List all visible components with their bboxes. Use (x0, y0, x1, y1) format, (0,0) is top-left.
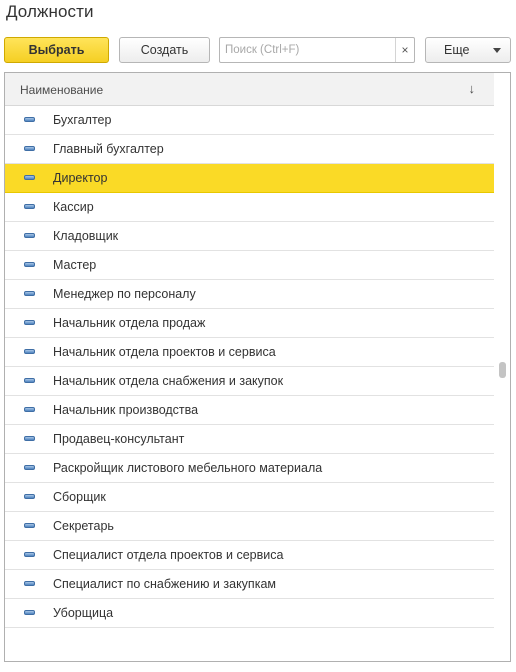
table-row[interactable]: Секретарь (5, 512, 494, 541)
position-item-icon (24, 291, 35, 296)
table-row[interactable]: Сборщик (5, 483, 494, 512)
more-button-label: Еще (444, 43, 470, 57)
position-item-icon (24, 117, 35, 122)
position-item-icon (24, 146, 35, 151)
row-label: Бухгалтер (53, 113, 112, 127)
position-item-icon (24, 320, 35, 325)
row-label: Кладовщик (53, 229, 119, 243)
table-row[interactable]: Главный бухгалтер (5, 135, 494, 164)
table-body: Бухгалтер Главный бухгалтер Директор Кассир… (5, 106, 494, 628)
position-item-icon (24, 204, 35, 209)
row-label: Специалист отдела проектов и сервиса (53, 548, 284, 562)
table-row[interactable]: Раскройщик листового мебельного материал… (5, 454, 494, 483)
position-item-icon (24, 407, 35, 412)
position-item-icon (24, 436, 35, 441)
position-item-icon (24, 378, 35, 383)
more-button[interactable]: Еще (425, 37, 511, 63)
vertical-scrollbar[interactable] (495, 73, 510, 661)
table-row[interactable]: Бухгалтер (5, 106, 494, 135)
table-row[interactable]: Мастер (5, 251, 494, 280)
chevron-down-icon (493, 48, 501, 53)
table-row[interactable]: Менеджер по персоналу (5, 280, 494, 309)
scrollbar-thumb[interactable] (499, 362, 506, 378)
row-label: Начальник отдела снабжения и закупок (53, 374, 284, 388)
table-row[interactable]: Специалист по снабжению и закупкам (5, 570, 494, 599)
position-item-icon (24, 262, 35, 267)
row-label: Директор (53, 171, 108, 185)
position-item-icon (24, 349, 35, 354)
position-item-icon (24, 494, 35, 499)
row-label: Начальник производства (53, 403, 199, 417)
table-row[interactable]: Начальник производства (5, 396, 494, 425)
position-item-icon (24, 233, 35, 238)
command-bar: Выбрать Создать × Еще (4, 37, 512, 63)
table-row[interactable]: Кладовщик (5, 222, 494, 251)
position-item-icon (24, 610, 35, 615)
position-item-icon (24, 465, 35, 470)
row-label: Уборщица (53, 606, 114, 620)
row-label: Начальник отдела продаж (53, 316, 206, 330)
row-label: Специалист по снабжению и закупкам (53, 577, 276, 591)
position-item-icon (24, 581, 35, 586)
row-label: Продавец-консультант (53, 432, 185, 446)
row-label: Мастер (53, 258, 97, 272)
row-label: Начальник отдела проектов и сервиса (53, 345, 276, 359)
row-label: Секретарь (53, 519, 114, 533)
table-row[interactable]: Продавец-консультант (5, 425, 494, 454)
table-row[interactable]: Кассир (5, 193, 494, 222)
row-label: Кассир (53, 200, 94, 214)
table-header[interactable]: Наименование ↓ (5, 73, 494, 106)
row-label: Сборщик (53, 490, 106, 504)
page-title: Должности (6, 2, 94, 21)
position-item-icon (24, 552, 35, 557)
search-input[interactable] (220, 38, 395, 62)
positions-table: Наименование ↓ Бухгалтер Главный бухгалте… (4, 72, 511, 662)
table-row[interactable]: Начальник отдела снабжения и закупок (5, 367, 494, 396)
column-header-name[interactable]: Наименование (20, 83, 103, 97)
table-row[interactable]: Начальник отдела проектов и сервиса (5, 338, 494, 367)
table-row[interactable]: Директор (5, 164, 494, 193)
clear-search-button[interactable]: × (395, 38, 414, 62)
table-row[interactable]: Уборщица (5, 599, 494, 628)
sort-arrow-icon: ↓ (468, 81, 476, 96)
create-button[interactable]: Создать (119, 37, 210, 63)
position-item-icon (24, 175, 35, 180)
position-item-icon (24, 523, 35, 528)
search-box: × (219, 37, 415, 63)
select-button[interactable]: Выбрать (4, 37, 109, 63)
row-label: Менеджер по персоналу (53, 287, 196, 301)
row-label: Раскройщик листового мебельного материал… (53, 461, 323, 475)
table-row[interactable]: Начальник отдела продаж (5, 309, 494, 338)
table-row[interactable]: Специалист отдела проектов и сервиса (5, 541, 494, 570)
row-label: Главный бухгалтер (53, 142, 164, 156)
